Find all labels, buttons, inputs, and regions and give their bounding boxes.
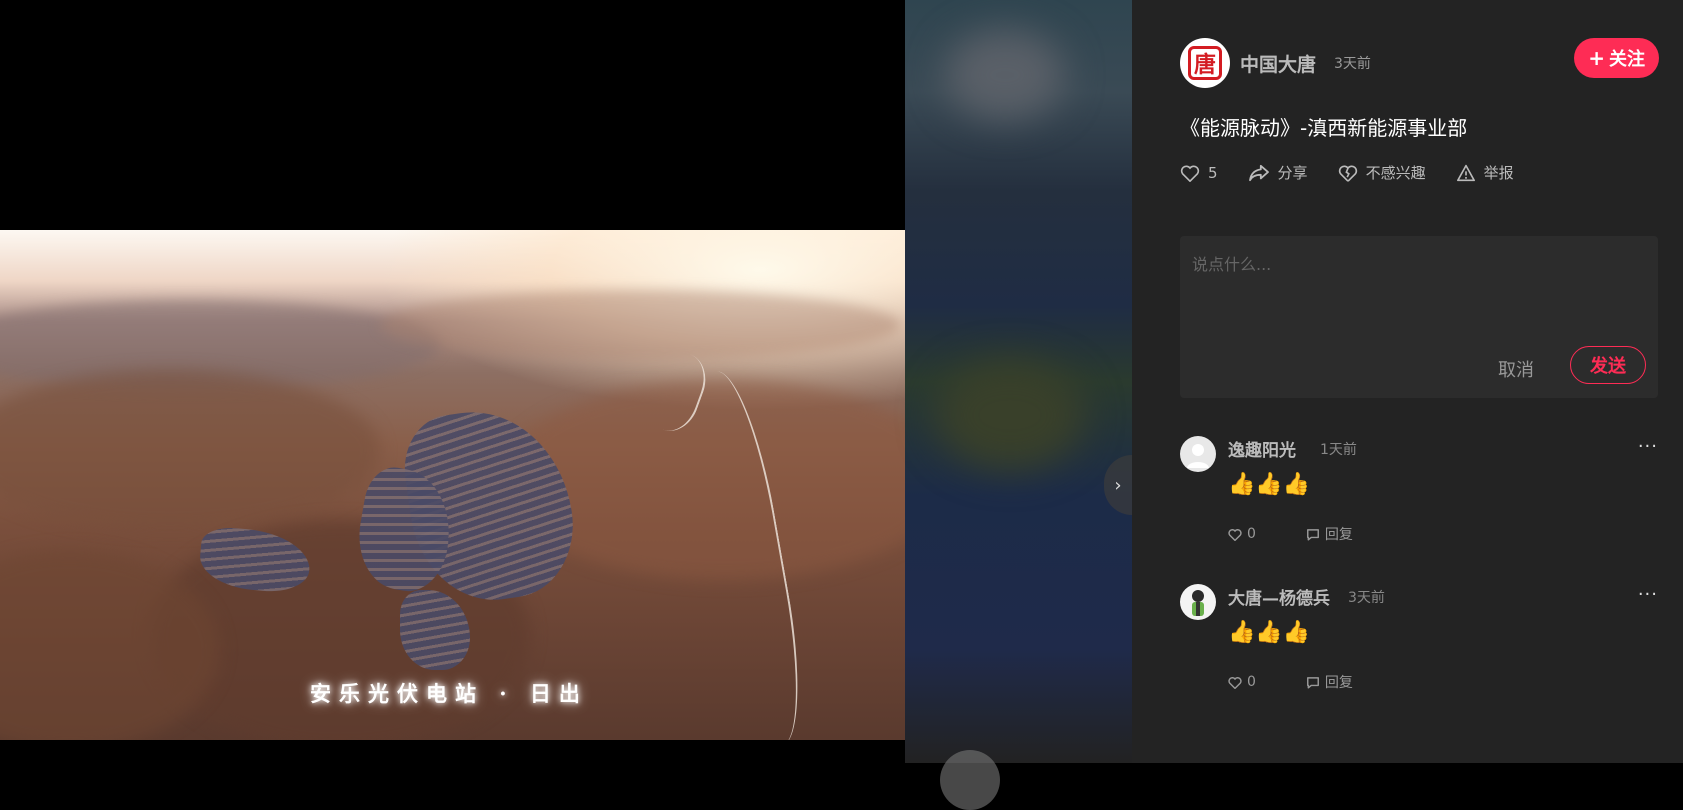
comment-actions: 0 回复 bbox=[1228, 524, 1403, 544]
like-count: 5 bbox=[1208, 163, 1218, 182]
comment-text: 👍👍👍 bbox=[1228, 620, 1311, 645]
broken-heart-icon bbox=[1338, 165, 1357, 182]
author-avatar[interactable]: 唐 bbox=[1180, 38, 1230, 88]
comment-box: 取消 发送 bbox=[1180, 236, 1658, 398]
not-interested-button[interactable]: 不感兴趣 bbox=[1338, 162, 1426, 183]
video-subtitle: 安乐光伏电站 · 日出 bbox=[310, 681, 588, 706]
post-time: 3天前 bbox=[1334, 56, 1371, 72]
follow-button[interactable]: + 关注 bbox=[1574, 38, 1659, 78]
author-info: 唐 中国大唐 3天前 bbox=[1180, 38, 1371, 88]
author-name[interactable]: 中国大唐 bbox=[1240, 50, 1316, 77]
more-options-icon[interactable]: ··· bbox=[1638, 584, 1658, 605]
warning-icon bbox=[1456, 164, 1475, 181]
datang-logo-icon: 唐 bbox=[1188, 46, 1222, 80]
share-label: 分享 bbox=[1277, 164, 1308, 182]
heart-icon bbox=[1180, 165, 1200, 182]
follow-label: 关注 bbox=[1609, 49, 1645, 70]
reply-label: 回复 bbox=[1324, 527, 1353, 543]
comment-actions: 0 回复 bbox=[1228, 672, 1403, 692]
share-icon bbox=[1248, 164, 1269, 181]
comment-like-count: 0 bbox=[1247, 674, 1256, 690]
comment-reply-button[interactable]: 回复 bbox=[1306, 672, 1353, 692]
side-panel: 唐 中国大唐 3天前 + 关注 《能源脉动》-滇西新能源事业部 5 分享 不感兴… bbox=[1132, 0, 1683, 763]
report-button[interactable]: 举报 bbox=[1456, 162, 1514, 183]
video-title: 《能源脉动》-滇西新能源事业部 bbox=[1180, 116, 1468, 140]
heart-icon bbox=[1228, 676, 1242, 689]
action-bar: 5 分享 不感兴趣 举报 bbox=[1180, 162, 1544, 183]
cancel-button[interactable]: 取消 bbox=[1498, 356, 1534, 382]
comment-time: 3天前 bbox=[1348, 590, 1385, 606]
comment-like-button[interactable]: 0 bbox=[1228, 524, 1256, 544]
plus-icon: + bbox=[1588, 46, 1605, 70]
video-player[interactable]: 安乐光伏电站 · 日出 bbox=[0, 0, 905, 763]
comment-like-button[interactable]: 0 bbox=[1228, 672, 1256, 692]
not-interested-label: 不感兴趣 bbox=[1365, 164, 1426, 182]
commenter-avatar[interactable] bbox=[1180, 436, 1216, 472]
next-video-preview bbox=[905, 0, 1132, 763]
scroll-button[interactable] bbox=[940, 750, 1000, 810]
comment-like-count: 0 bbox=[1247, 526, 1256, 542]
comment-reply-button[interactable]: 回复 bbox=[1306, 524, 1353, 544]
heart-icon bbox=[1228, 528, 1242, 541]
reply-icon bbox=[1306, 676, 1319, 688]
comment-text: 👍👍👍 bbox=[1228, 472, 1311, 497]
commenter-name[interactable]: 大唐—杨德兵 bbox=[1228, 584, 1330, 609]
like-button[interactable]: 5 bbox=[1180, 164, 1218, 182]
share-button[interactable]: 分享 bbox=[1248, 162, 1308, 183]
cartoon-avatar-icon bbox=[1192, 590, 1204, 616]
video-frame: 安乐光伏电站 · 日出 bbox=[0, 230, 905, 740]
send-button[interactable]: 发送 bbox=[1570, 346, 1646, 384]
report-label: 举报 bbox=[1483, 164, 1514, 182]
reply-label: 回复 bbox=[1324, 675, 1353, 691]
default-user-icon bbox=[1187, 444, 1209, 468]
more-options-icon[interactable]: ··· bbox=[1638, 436, 1658, 457]
comment-time: 1天前 bbox=[1320, 442, 1357, 458]
commenter-avatar[interactable] bbox=[1180, 584, 1216, 620]
commenter-name[interactable]: 逸趣阳光 bbox=[1228, 436, 1296, 461]
comment-input[interactable] bbox=[1190, 248, 1644, 280]
reply-icon bbox=[1306, 528, 1319, 540]
